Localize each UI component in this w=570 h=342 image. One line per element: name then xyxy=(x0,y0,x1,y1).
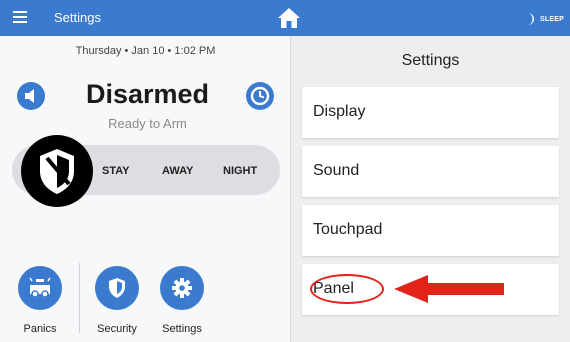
panic-vehicles-icon xyxy=(29,277,51,298)
settings-item-panel[interactable]: Panel xyxy=(302,264,559,315)
settings-menu-panel: Settings Display Sound Touchpad Panel xyxy=(291,36,570,342)
clock-icon xyxy=(250,86,270,106)
settings-label: Settings xyxy=(162,323,202,335)
moon-icon xyxy=(528,13,535,25)
annotation-arrow-icon xyxy=(394,275,504,303)
panics-label: Panics xyxy=(23,323,57,335)
gear-icon xyxy=(172,278,192,298)
settings-item-label: Sound xyxy=(313,162,360,179)
sleep-label: SLEEP xyxy=(540,15,564,23)
date-time: Thursday • Jan 10 • 1:02 PM xyxy=(75,45,216,57)
settings-item-label: Touchpad xyxy=(313,221,383,238)
panics-circle xyxy=(18,266,62,310)
sleep-button[interactable]: SLEEP xyxy=(527,12,564,26)
settings-item-display[interactable]: Display xyxy=(302,87,559,138)
arm-slider-handle[interactable] xyxy=(21,135,93,207)
quick-actions-divider xyxy=(79,263,80,333)
security-status-panel: Thursday • Jan 10 • 1:02 PM Disarmed Rea… xyxy=(0,36,291,342)
arm-stay-option[interactable]: STAY xyxy=(102,165,130,177)
security-circle xyxy=(95,266,139,310)
annotation-circle xyxy=(310,274,384,304)
settings-item-label: Display xyxy=(313,103,366,120)
security-button[interactable]: Security xyxy=(82,266,152,335)
volume-button[interactable] xyxy=(17,82,45,110)
settings-panel-title: Settings xyxy=(401,52,460,69)
home-icon[interactable] xyxy=(277,6,301,30)
arm-status-subtitle: Ready to Arm xyxy=(108,116,187,131)
settings-item-sound[interactable]: Sound xyxy=(302,146,559,197)
speaker-icon xyxy=(25,89,34,103)
top-bar: Settings SLEEP xyxy=(0,0,570,36)
settings-item-touchpad[interactable]: Touchpad xyxy=(302,205,559,256)
settings-button[interactable]: Settings xyxy=(147,266,217,335)
topbar-title: Settings xyxy=(54,10,101,25)
security-shield-icon xyxy=(109,278,125,298)
arm-night-option[interactable]: NIGHT xyxy=(223,165,257,177)
shield-icon xyxy=(40,149,74,194)
settings-circle xyxy=(160,266,204,310)
clock-button[interactable] xyxy=(246,82,274,110)
arm-away-option[interactable]: AWAY xyxy=(162,165,193,177)
panics-button[interactable]: Panics xyxy=(5,266,75,335)
security-label: Security xyxy=(97,323,137,335)
hamburger-menu-icon[interactable] xyxy=(13,11,27,23)
arm-status-title: Disarmed xyxy=(85,79,210,109)
